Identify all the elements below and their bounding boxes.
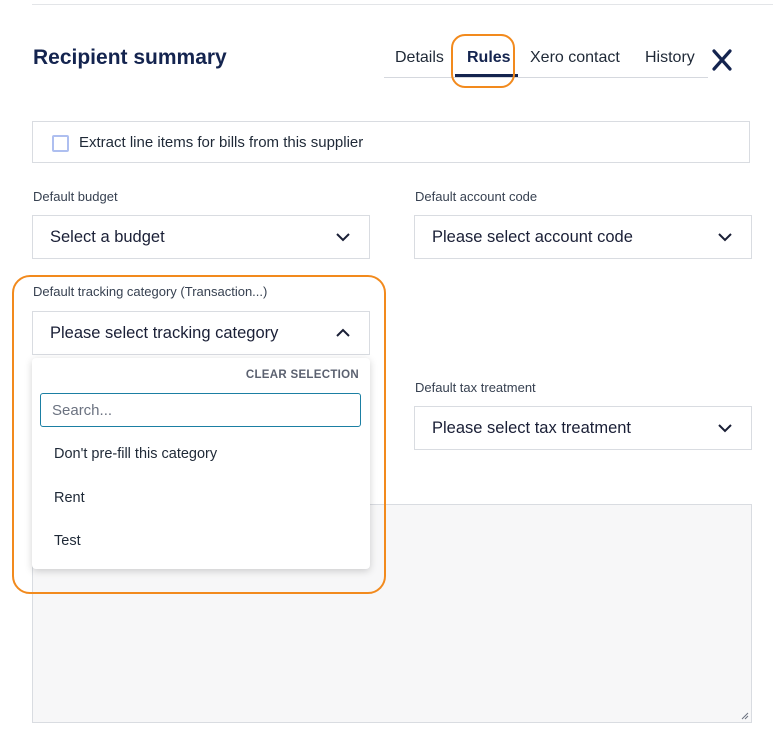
active-tab-indicator bbox=[455, 74, 518, 77]
tab-rules[interactable]: Rules bbox=[467, 49, 511, 67]
dropdown-search-input[interactable] bbox=[40, 393, 361, 427]
tab-details[interactable]: Details bbox=[395, 49, 444, 67]
chevron-down-icon bbox=[718, 233, 732, 242]
chevron-down-icon bbox=[718, 424, 732, 433]
default-budget-label: Default budget bbox=[33, 189, 118, 204]
extract-line-items-label: Extract line items for bills from this s… bbox=[79, 134, 364, 151]
default-budget-select[interactable]: Select a budget bbox=[32, 215, 370, 259]
close-icon bbox=[712, 49, 732, 71]
extract-line-items-checkbox[interactable] bbox=[52, 135, 69, 152]
clear-selection-button[interactable]: CLEAR SELECTION bbox=[246, 369, 359, 381]
tab-xero-contact[interactable]: Xero contact bbox=[530, 49, 620, 67]
dropdown-option[interactable]: Rent bbox=[54, 490, 85, 506]
default-tracking-category-value: Please select tracking category bbox=[50, 324, 279, 342]
default-tracking-category-label: Default tracking category (Transaction..… bbox=[33, 284, 268, 299]
page-title: Recipient summary bbox=[33, 46, 227, 69]
tab-history[interactable]: History bbox=[645, 49, 695, 67]
default-tax-treatment-value: Please select tax treatment bbox=[432, 419, 632, 437]
top-divider bbox=[32, 4, 773, 5]
extract-line-items-row[interactable]: Extract line items for bills from this s… bbox=[32, 121, 750, 163]
default-account-code-select[interactable]: Please select account code bbox=[414, 215, 752, 259]
default-account-code-value: Please select account code bbox=[432, 228, 633, 246]
default-tax-treatment-label: Default tax treatment bbox=[415, 380, 536, 395]
resize-handle-icon[interactable] bbox=[741, 712, 749, 720]
chevron-up-icon bbox=[336, 328, 350, 337]
tab-bar: Details Rules Xero contact History bbox=[384, 46, 708, 78]
close-button[interactable] bbox=[710, 48, 734, 72]
dropdown-option[interactable]: Don't pre-fill this category bbox=[54, 446, 217, 462]
default-budget-value: Select a budget bbox=[50, 228, 165, 246]
tracking-category-dropdown: CLEAR SELECTION Don't pre-fill this cate… bbox=[32, 358, 370, 569]
default-account-code-label: Default account code bbox=[415, 189, 538, 204]
default-tax-treatment-select[interactable]: Please select tax treatment bbox=[414, 406, 752, 450]
default-tracking-category-select[interactable]: Please select tracking category bbox=[32, 311, 370, 355]
chevron-down-icon bbox=[336, 233, 350, 242]
dropdown-option[interactable]: Test bbox=[54, 533, 81, 549]
